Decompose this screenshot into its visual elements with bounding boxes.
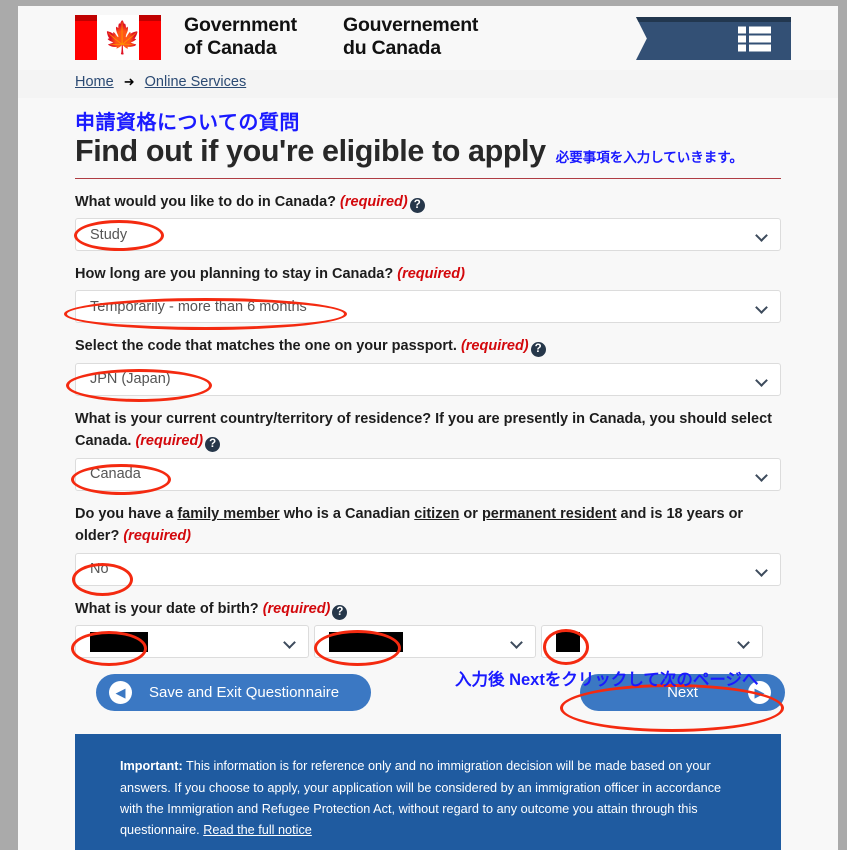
wordmark-en-line2: of Canada [184,37,277,59]
field-residence: What is your current country/territory o… [75,408,781,491]
page-title: Find out if you're eligible to apply [75,134,546,168]
select-passport-value: JPN (Japan) [90,371,171,388]
label-purpose: What would you like to do in Canada? (re… [75,191,781,213]
required-marker: (required) [135,433,204,450]
label-residence: What is your current country/territory o… [75,408,781,453]
link-family-member[interactable]: family member [177,506,279,522]
select-birth-day[interactable] [541,625,763,659]
select-birth-month[interactable] [314,625,536,659]
label-family-member: Do you have a family member who is a Can… [75,503,781,548]
breadcrumb-link-home[interactable]: Home [75,74,114,90]
page-container: 🍁 Government of Canada Gouvernement du C… [18,6,838,850]
label-passport-text: Select the code that matches the one on … [75,338,457,355]
required-marker: (required) [460,338,529,355]
redacted-value [329,631,403,652]
select-purpose-value: Study [90,226,128,243]
label-duration-text: How long are you planning to stay in Can… [75,266,394,283]
select-family-member[interactable]: No [75,552,781,586]
wordmark-fr-line2: du Canada [343,37,441,59]
select-duration[interactable]: Temporarily - more than 6 months [75,290,781,324]
site-header: 🍁 Government of Canada Gouvernement du C… [18,6,838,70]
required-marker: (required) [262,600,331,617]
select-birth-year[interactable] [75,625,309,659]
label-date-of-birth: What is your date of birth? (required)? [75,598,781,620]
field-purpose: What would you like to do in Canada? (re… [75,191,781,252]
breadcrumb: Home ➜ Online Services [18,70,838,98]
breadcrumb-link-online-services[interactable]: Online Services [145,74,247,90]
read-full-notice-link[interactable]: Read the full notice [203,823,312,837]
wordmark-english: Government of Canada [184,14,297,60]
important-notice: Important: This information is for refer… [75,734,781,850]
field-date-of-birth: What is your date of birth? (required)? [75,598,781,659]
save-button-label: Save and Exit Questionnaire [149,684,340,702]
link-citizen[interactable]: citizen [414,506,459,522]
wordmark-french: Gouvernement du Canada [343,14,478,60]
required-marker: (required) [340,193,408,210]
select-residence[interactable]: Canada [75,457,781,491]
wordmark-fr-line1: Gouvernement [343,14,479,36]
select-purpose[interactable]: Study [75,218,781,252]
field-passport-code: Select the code that matches the one on … [75,335,781,396]
select-passport-code[interactable]: JPN (Japan) [75,362,781,396]
help-question-icon[interactable]: ? [409,197,425,213]
menu-button[interactable] [636,17,791,60]
save-and-exit-button[interactable]: ◀ Save and Exit Questionnaire [96,674,371,712]
title-divider [75,177,781,179]
required-marker: (required) [123,528,192,545]
label-passport-code: Select the code that matches the one on … [75,335,781,358]
wordmark-en-line1: Government [184,14,297,36]
redacted-value [90,631,148,652]
help-question-icon[interactable]: ? [205,437,221,453]
japanese-heading-annotation: 申請資格についての質問 [75,112,300,134]
label-family-part-b: who is a Canadian [279,505,415,522]
label-dob-text: What is your date of birth? [75,600,259,617]
arrow-left-circle-icon: ◀ [109,681,132,705]
main-content: 申請資格についての質問 Find out if you're eligible … [18,98,838,850]
link-permanent-resident[interactable]: permanent resident [482,506,617,522]
required-marker: (required) [397,266,465,283]
label-family-part-a: Do you have a [75,505,178,522]
breadcrumb-arrow-icon: ➜ [123,74,135,89]
grid-menu-icon [738,26,771,51]
redacted-value [556,631,580,652]
label-family-part-c: or [459,505,482,522]
date-of-birth-row [75,625,781,659]
help-question-icon[interactable]: ? [332,604,348,620]
title-block: 申請資格についての質問 Find out if you're eligible … [75,98,781,179]
canada-flag-icon: 🍁 [75,15,161,60]
notice-label: Important: [120,759,183,774]
japanese-subnote-annotation: 必要事項を入力していきます。 [555,149,743,165]
select-residence-value: Canada [90,466,141,483]
field-family-member: Do you have a family member who is a Can… [75,503,781,586]
japanese-next-annotation: 入力後 Nextをクリックして次のページへ [455,671,759,689]
ribbon-shade [636,17,791,22]
field-duration: How long are you planning to stay in Can… [75,263,781,324]
select-family-value: No [90,561,109,578]
select-duration-value: Temporarily - more than 6 months [90,298,307,315]
help-question-icon[interactable]: ? [530,342,546,358]
label-duration: How long are you planning to stay in Can… [75,263,781,285]
label-purpose-text: What would you like to do in Canada? [75,193,336,210]
